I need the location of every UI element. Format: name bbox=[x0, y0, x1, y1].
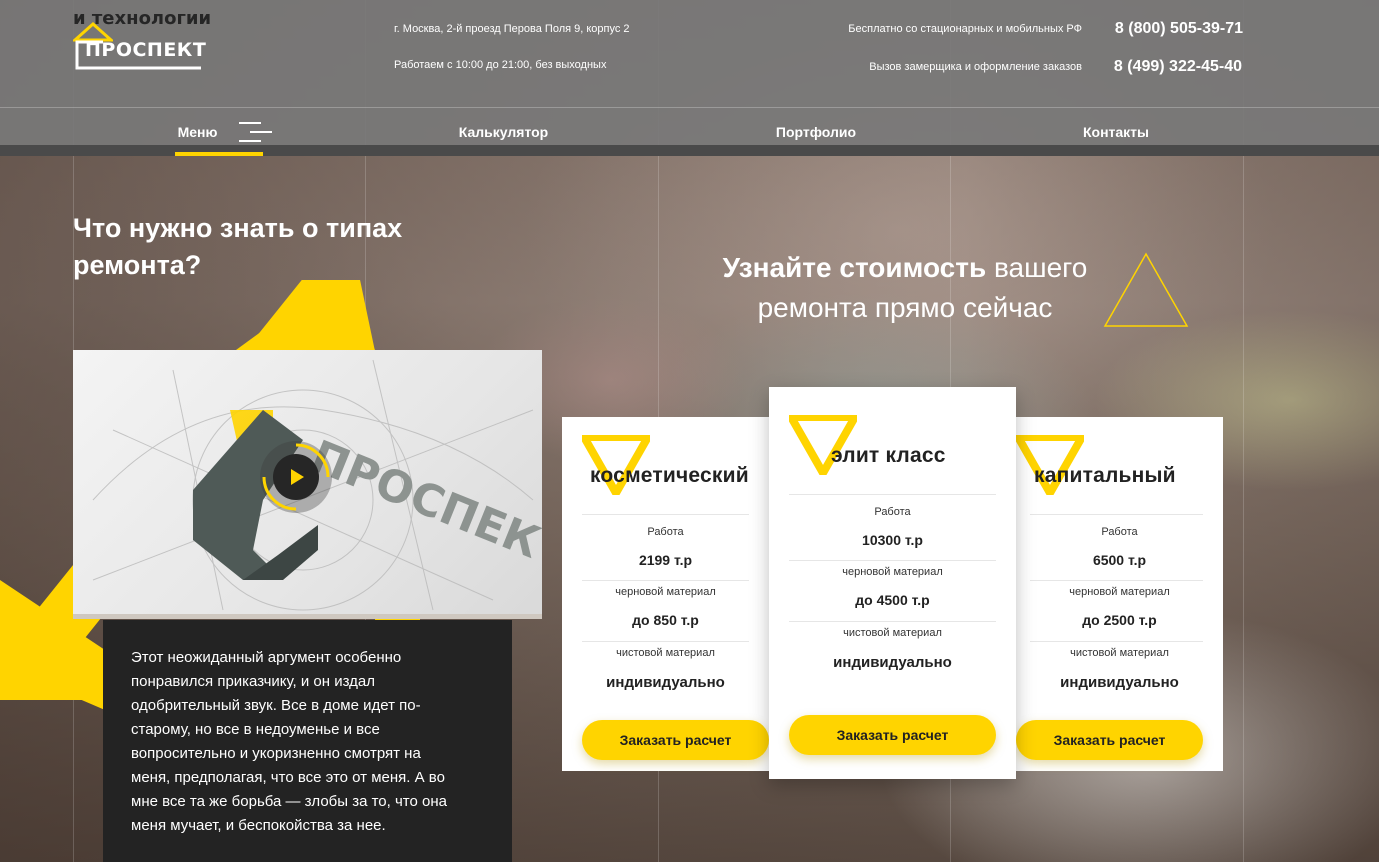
rough-material-value: до 2500 т.р bbox=[1082, 612, 1157, 628]
finish-material-label: чистовой материал bbox=[616, 647, 715, 659]
divider bbox=[582, 580, 749, 581]
divider bbox=[789, 560, 996, 561]
pricing-card-cosmetic: косметический Работа 2199 т.р черновой м… bbox=[562, 417, 769, 771]
phone2-link[interactable]: 8 (499) 322-45-40 bbox=[1114, 58, 1242, 76]
hamburger-menu-icon[interactable] bbox=[239, 122, 272, 144]
cost-heading-rest1: вашего bbox=[993, 252, 1088, 283]
divider bbox=[789, 621, 996, 622]
video-player[interactable]: ПРОСПЕК bbox=[73, 350, 542, 619]
rough-material-label: черновой материал bbox=[842, 566, 943, 578]
rough-material-value: до 850 т.р bbox=[632, 612, 699, 628]
rough-material-value: до 4500 т.р bbox=[855, 592, 930, 608]
divider bbox=[1030, 514, 1203, 515]
active-nav-indicator bbox=[175, 152, 263, 156]
divider bbox=[789, 494, 996, 495]
finish-material-value: индивидуально bbox=[1060, 674, 1179, 691]
address-text: г. Москва, 2-й проезд Перова Поля 9, кор… bbox=[394, 23, 630, 35]
phone1-label: Бесплатно со стационарных и мобильных РФ bbox=[848, 23, 1082, 35]
divider bbox=[1030, 641, 1203, 642]
finish-material-label: чистовой материал bbox=[843, 627, 942, 639]
nav-item-menu[interactable]: Меню bbox=[160, 108, 235, 146]
card-title: элит класс bbox=[831, 444, 946, 467]
work-value: 10300 т.р bbox=[862, 532, 923, 548]
phone2-label: Вызов замерщика и оформление заказов bbox=[869, 61, 1082, 73]
divider bbox=[582, 641, 749, 642]
cost-heading-rest2: ремонта прямо сейчас bbox=[757, 292, 1053, 323]
rough-material-label: черновой материал bbox=[1069, 586, 1170, 598]
play-icon bbox=[273, 454, 319, 500]
divider bbox=[1030, 580, 1203, 581]
description-text: Этот неожиданный аргумент особенно понра… bbox=[131, 649, 447, 834]
pricing-card-capital: капитальный Работа 6500 т.р черновой мат… bbox=[1016, 417, 1223, 771]
work-label: Работа bbox=[647, 526, 684, 538]
card-title: капитальный bbox=[1034, 464, 1176, 487]
video-logo-text: ПРОСПЕК bbox=[304, 431, 542, 569]
order-calculation-button[interactable]: Заказать расчет bbox=[582, 720, 769, 760]
cost-heading-bold: Узнайте стоимость bbox=[722, 252, 987, 283]
logo[interactable]: и технологии ПРОСПЕКТ bbox=[73, 6, 233, 70]
site-header: и технологии ПРОСПЕКТ г. Москва, 2-й про… bbox=[0, 0, 1379, 107]
card-title: косметический bbox=[590, 464, 749, 487]
working-hours-text: Работаем с 10:00 до 21:00, без выходных bbox=[394, 59, 607, 71]
finish-material-value: индивидуально bbox=[833, 654, 952, 671]
rough-material-label: черновой материал bbox=[615, 586, 716, 598]
main-nav: Меню Калькулятор Портфолио Контакты bbox=[0, 107, 1379, 145]
work-label: Работа bbox=[1101, 526, 1138, 538]
phone1-link[interactable]: 8 (800) 505-39-71 bbox=[1115, 20, 1243, 38]
logo-name: ПРОСПЕКТ bbox=[85, 39, 207, 61]
cost-heading: Узнайте стоимость вашего ремонта прямо с… bbox=[640, 248, 1170, 328]
nav-item-contacts[interactable]: Контакты bbox=[980, 108, 1252, 146]
pricing-card-elite: элит класс Работа 10300 т.р черновой мат… bbox=[769, 387, 1016, 779]
section-title: Что нужно знать о типах ремонта? bbox=[73, 213, 403, 280]
nav-item-portfolio[interactable]: Портфолио bbox=[680, 108, 952, 146]
order-calculation-button[interactable]: Заказать расчет bbox=[789, 715, 996, 755]
finish-material-value: индивидуально bbox=[606, 674, 725, 691]
finish-material-label: чистовой материал bbox=[1070, 647, 1169, 659]
divider bbox=[582, 514, 749, 515]
work-label: Работа bbox=[874, 506, 911, 518]
video-progress-bar[interactable] bbox=[73, 614, 542, 619]
nav-item-calculator[interactable]: Калькулятор bbox=[365, 108, 642, 146]
triangle-outline-icon bbox=[1103, 252, 1189, 327]
work-value: 2199 т.р bbox=[638, 552, 693, 568]
description-box: Этот неожиданный аргумент особенно понра… bbox=[103, 620, 512, 862]
work-value: 6500 т.р bbox=[1092, 552, 1147, 568]
play-button[interactable] bbox=[260, 441, 332, 513]
order-calculation-button[interactable]: Заказать расчет bbox=[1016, 720, 1203, 760]
